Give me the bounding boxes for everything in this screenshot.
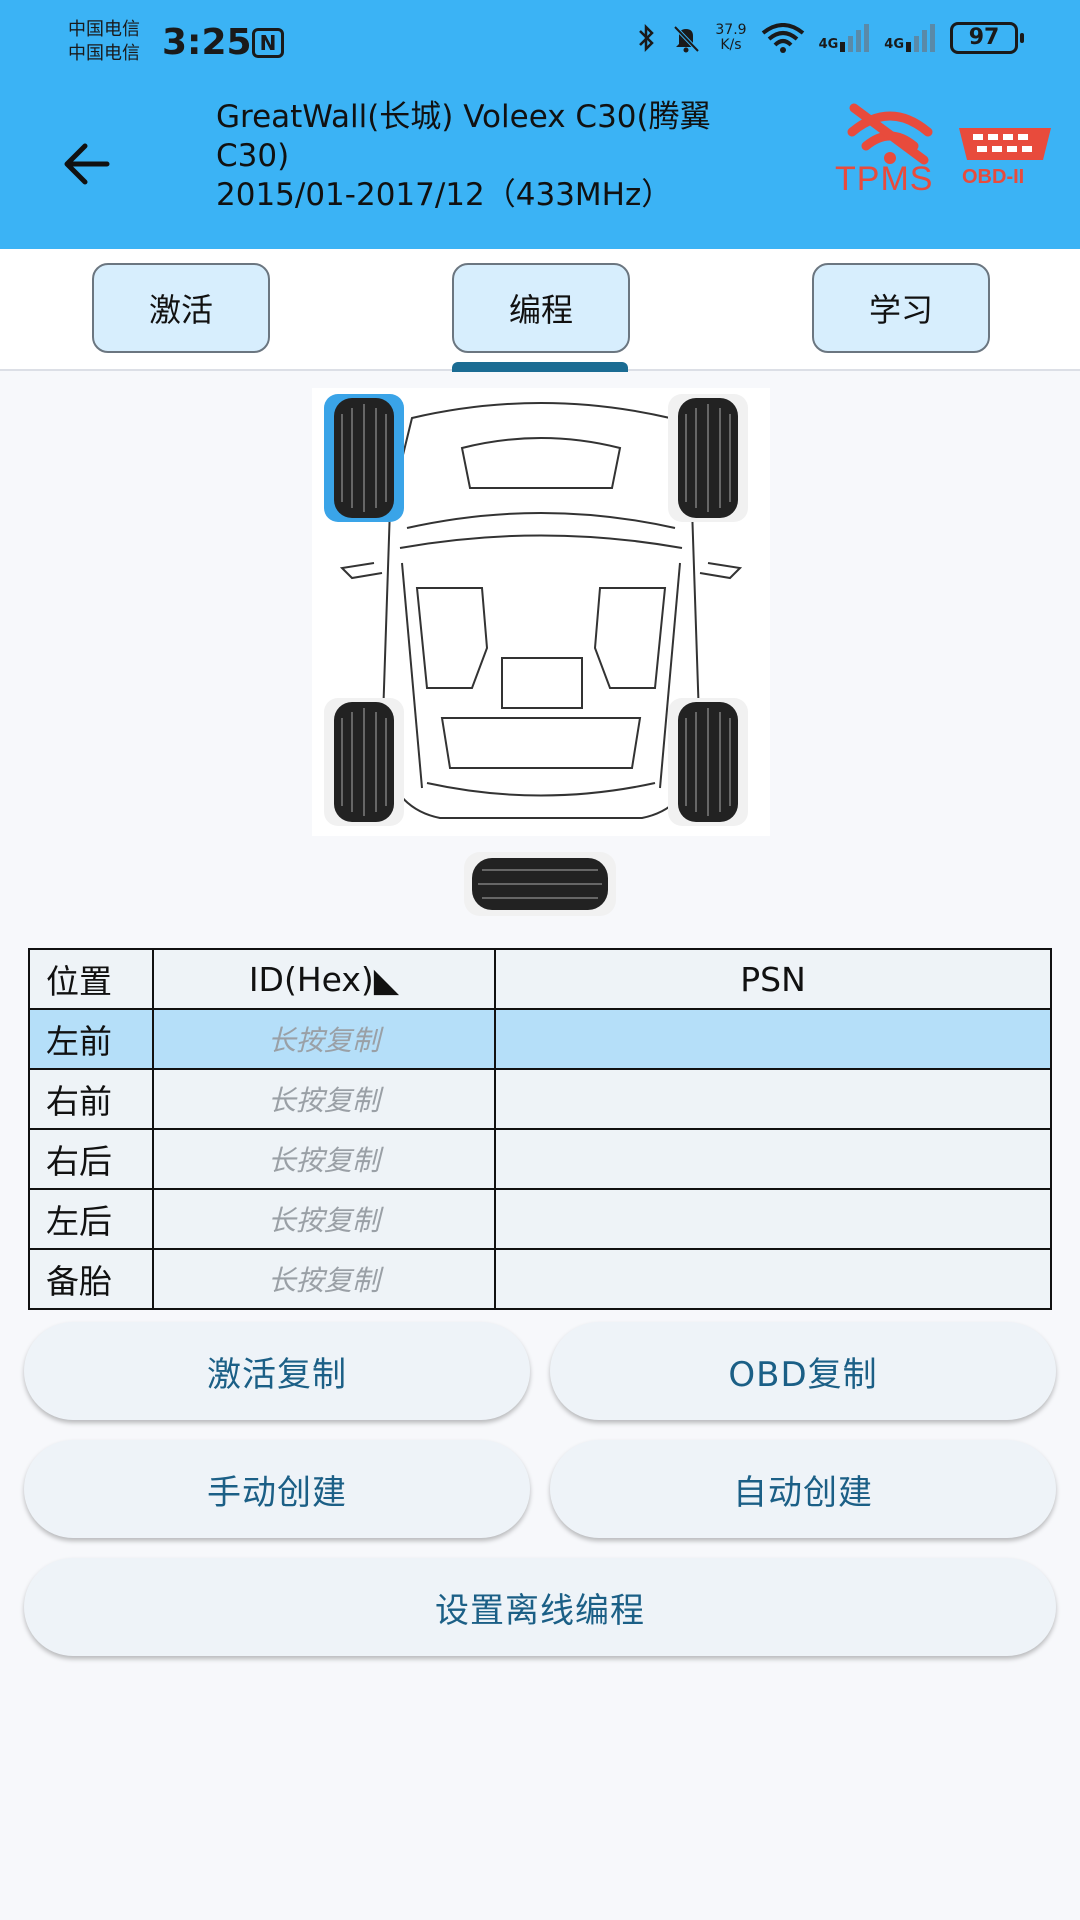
car-diagram — [312, 388, 770, 836]
row-position: 左前 — [28, 1008, 154, 1070]
table-row[interactable]: 左后 长按复制 — [28, 1188, 1052, 1250]
tire-front-left[interactable] — [324, 394, 404, 522]
row-sensor-id[interactable]: 长按复制 — [152, 1068, 496, 1130]
table-row[interactable]: 右后 长按复制 — [28, 1128, 1052, 1190]
header-position: 位置 — [28, 948, 154, 1010]
carrier-2: 中国电信 — [68, 43, 140, 64]
nfc-icon: N — [252, 28, 284, 58]
tire-icon — [334, 398, 394, 518]
table-row[interactable]: 备胎 长按复制 — [28, 1248, 1052, 1310]
arrow-left-icon — [64, 143, 110, 185]
row-psn[interactable] — [494, 1068, 1052, 1130]
carrier-1: 中国电信 — [68, 19, 140, 40]
bell-muted-icon — [673, 25, 700, 53]
auto-create-button[interactable]: 自动创建 — [550, 1440, 1056, 1538]
vehicle-title-line-2: C30) — [216, 138, 290, 174]
header-psn: PSN — [494, 948, 1052, 1010]
manual-create-button[interactable]: 手动创建 — [24, 1440, 530, 1538]
vehicle-title: GreatWall(长城) Voleex C30(腾翼 C30) 2015/01… — [216, 98, 796, 215]
back-button[interactable] — [56, 134, 116, 194]
obd-copy-button[interactable]: OBD复制 — [550, 1322, 1056, 1420]
offline-program-button[interactable]: 设置离线编程 — [24, 1558, 1056, 1656]
speed-unit: K/s — [720, 37, 742, 53]
header-id-hex[interactable]: ID(Hex)◣ — [152, 948, 496, 1010]
tire-spare[interactable] — [462, 850, 618, 918]
vehicle-title-line-3: 2015/01-2017/12（433MHz） — [216, 177, 673, 213]
obd-label: OBD-II — [962, 166, 1025, 188]
row-position: 右后 — [28, 1128, 154, 1190]
row-sensor-id[interactable]: 长按复制 — [152, 1008, 496, 1070]
signal-1-icon: 4G — [819, 24, 871, 52]
wifi-icon — [761, 23, 804, 53]
row-sensor-id[interactable]: 长按复制 — [152, 1188, 496, 1250]
battery-indicator: 97 — [950, 22, 1024, 54]
tab-activate[interactable]: 激活 — [92, 263, 270, 353]
app-header: 中国电信 中国电信 3:25 N 37.9 K/s 4G 4G 97 Great… — [0, 0, 1080, 249]
tire-rear-right[interactable] — [668, 698, 748, 826]
row-position: 右前 — [28, 1068, 154, 1130]
speed-value: 37.9 — [715, 22, 747, 38]
row-position: 备胎 — [28, 1248, 154, 1310]
bluetooth-icon — [639, 23, 655, 53]
tire-icon — [678, 398, 738, 518]
row-psn[interactable] — [494, 1128, 1052, 1190]
row-sensor-id[interactable]: 长按复制 — [152, 1128, 496, 1190]
tire-icon — [334, 702, 394, 822]
network-type-1: 4G — [818, 37, 839, 52]
table-row[interactable]: 左前 长按复制 — [28, 1008, 1052, 1070]
network-type-2: 4G — [884, 37, 904, 52]
row-psn[interactable] — [494, 1248, 1052, 1310]
carrier-info: 中国电信 中国电信 — [68, 18, 140, 66]
row-position: 左后 — [28, 1188, 154, 1250]
spare-tire-icon — [464, 852, 616, 916]
status-icons: 37.9 K/s 4G 4G 97 — [635, 22, 1024, 54]
tire-rear-left[interactable] — [324, 698, 404, 826]
selected-tab-indicator — [452, 362, 628, 372]
vehicle-title-line-1: GreatWall(长城) Voleex C30(腾翼 — [216, 99, 711, 135]
tpms-label: TPMS — [835, 160, 934, 198]
tab-learn[interactable]: 学习 — [812, 263, 990, 353]
table-row[interactable]: 右前 长按复制 — [28, 1068, 1052, 1130]
tire-front-right[interactable] — [668, 394, 748, 522]
activate-copy-button[interactable]: 激活复制 — [24, 1322, 530, 1420]
table-header-row: 位置 ID(Hex)◣ PSN — [28, 948, 1052, 1010]
row-psn[interactable] — [494, 1008, 1052, 1070]
status-bar: 中国电信 中国电信 3:25 N 37.9 K/s 4G 4G 97 — [0, 0, 1080, 90]
network-speed: 37.9 K/s — [715, 23, 746, 53]
tire-icon — [678, 702, 738, 822]
row-psn[interactable] — [494, 1188, 1052, 1250]
row-sensor-id[interactable]: 长按复制 — [152, 1248, 496, 1310]
tab-program[interactable]: 编程 — [452, 263, 630, 353]
signal-2-icon: 4G — [884, 24, 936, 52]
sensor-table: 位置 ID(Hex)◣ PSN 左前 长按复制 右前 长按复制 右后 长按复制 … — [28, 948, 1052, 1310]
status-time: 3:25 — [162, 22, 252, 63]
tab-bar: 激活 编程 学习 — [0, 249, 1080, 371]
